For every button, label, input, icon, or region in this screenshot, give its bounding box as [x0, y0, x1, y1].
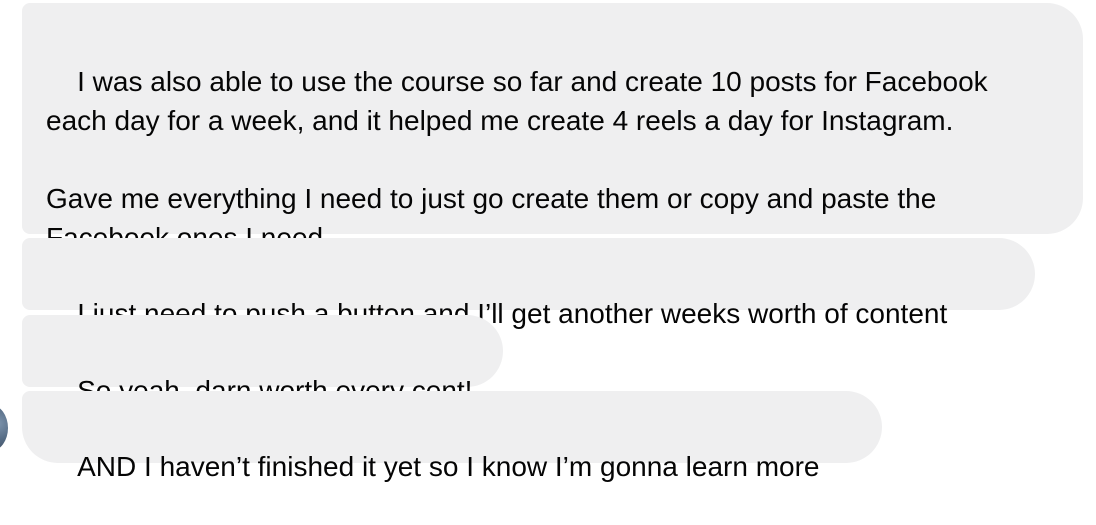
message-bubble[interactable]: I was also able to use the course so far…: [22, 3, 1083, 253]
sender-avatar-icon[interactable]: [0, 405, 8, 451]
message-paragraph: I was also able to use the course so far…: [46, 66, 988, 136]
message-bubble[interactable]: So yeah, darn worth every cent!: [22, 315, 503, 406]
message-thread: I was also able to use the course so far…: [0, 0, 1096, 482]
message-bubble[interactable]: I just need to push a button and I’ll ge…: [22, 238, 1035, 329]
message-text: AND I haven’t finished it yet so I know …: [77, 451, 820, 482]
message-bubble[interactable]: AND I haven’t finished it yet so I know …: [22, 391, 882, 482]
